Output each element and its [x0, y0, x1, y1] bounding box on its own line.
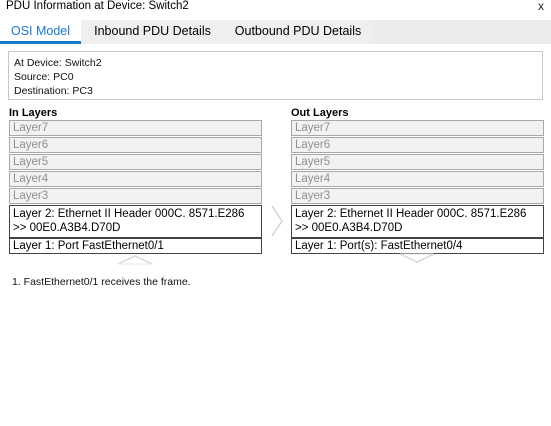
- tab-osi-model[interactable]: OSI Model: [0, 20, 81, 44]
- out-layer-3[interactable]: Layer3: [291, 188, 544, 204]
- tab-outbound-pdu-details[interactable]: Outbound PDU Details: [224, 20, 372, 44]
- chevron-up-icon: [117, 255, 153, 265]
- source-label: Source: PC0: [14, 71, 74, 83]
- destination-label: Destination: PC3: [14, 85, 93, 97]
- tab-strip-fill: [372, 20, 551, 44]
- out-layers-heading: Out Layers: [291, 107, 349, 119]
- out-layer-4[interactable]: Layer4: [291, 171, 544, 187]
- in-layer-2[interactable]: Layer 2: Ethernet II Header 000C. 8571.E…: [9, 205, 262, 238]
- in-layer-7[interactable]: Layer7: [9, 120, 262, 136]
- out-layer-5[interactable]: Layer5: [291, 154, 544, 170]
- tab-label: Inbound PDU Details: [94, 24, 211, 38]
- device-label: At Device: Switch2: [14, 57, 102, 69]
- active-tab-underline: [0, 41, 81, 44]
- in-layer-1[interactable]: Layer 1: Port FastEthernet0/1: [9, 238, 262, 254]
- close-icon[interactable]: x: [531, 0, 551, 14]
- out-layer-7[interactable]: Layer7: [291, 120, 544, 136]
- in-layer-5[interactable]: Layer5: [9, 154, 262, 170]
- out-layer-1[interactable]: Layer 1: Port(s): FastEthernet0/4: [291, 238, 544, 254]
- title-bar: PDU Information at Device: Switch2 x: [0, 0, 551, 20]
- tab-strip: OSI Model Inbound PDU Details Outbound P…: [0, 20, 551, 44]
- step-note: 1. FastEthernet0/1 receives the frame.: [12, 276, 191, 288]
- window-title: PDU Information at Device: Switch2: [6, 0, 189, 12]
- right-arrow-icon: [271, 205, 283, 237]
- tab-label: Outbound PDU Details: [234, 24, 362, 38]
- chevron-down-icon: [399, 253, 435, 263]
- in-layer-6[interactable]: Layer6: [9, 137, 262, 153]
- device-info-box: At Device: Switch2 Source: PC0 Destinati…: [8, 51, 543, 100]
- in-layer-3[interactable]: Layer3: [9, 188, 262, 204]
- tab-inbound-pdu-details[interactable]: Inbound PDU Details: [81, 20, 224, 44]
- out-layer-6[interactable]: Layer6: [291, 137, 544, 153]
- tab-label: OSI Model: [10, 24, 71, 38]
- out-layer-2[interactable]: Layer 2: Ethernet II Header 000C. 8571.E…: [291, 205, 544, 238]
- in-layers-heading: In Layers: [9, 107, 58, 119]
- in-layer-4[interactable]: Layer4: [9, 171, 262, 187]
